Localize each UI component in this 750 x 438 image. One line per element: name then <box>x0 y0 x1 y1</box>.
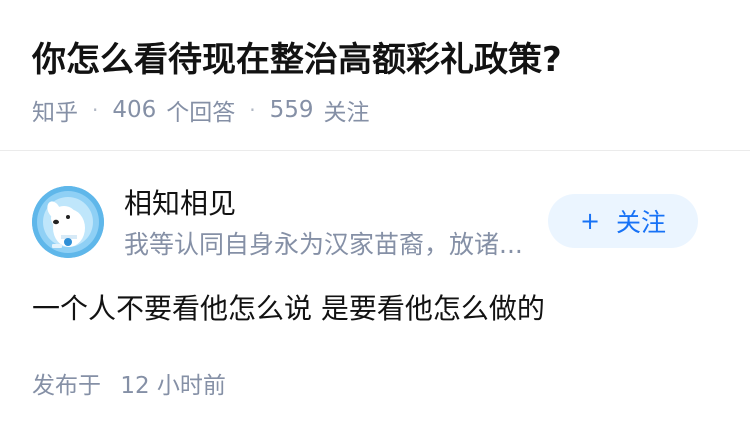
source-label: 知乎 <box>32 100 78 126</box>
follow-button-label: 关注 <box>616 208 667 237</box>
answer-count: 406 <box>112 97 157 123</box>
author-name[interactable]: 相知相见 <box>124 184 236 224</box>
section-divider <box>0 150 750 151</box>
follower-count: 559 <box>269 97 314 123</box>
meta-separator: · <box>92 98 99 122</box>
plus-icon: + <box>579 207 601 235</box>
follower-count-label: 关注 <box>323 100 370 126</box>
author-headline: 我等认同自身永为汉家苗裔，放诸... <box>124 230 523 259</box>
answer-count-label: 个回答 <box>166 100 236 126</box>
author-avatar[interactable] <box>32 186 104 258</box>
avatar-dog-icon <box>32 186 104 258</box>
question-meta: 知乎 · 406 个回答 · 559 关注 <box>32 92 370 128</box>
publish-time: 发布于 12 小时前 <box>32 368 226 404</box>
publish-time-value: 12 小时前 <box>120 373 226 399</box>
answer-content[interactable]: 一个人不要看他怎么说 是要看他怎么做的 <box>32 288 545 330</box>
question-title[interactable]: 你怎么看待现在整治高额彩礼政策? <box>32 36 722 84</box>
meta-separator: · <box>249 98 256 122</box>
publish-prefix: 发布于 <box>32 373 101 399</box>
follow-button[interactable]: + 关注 <box>548 194 698 248</box>
